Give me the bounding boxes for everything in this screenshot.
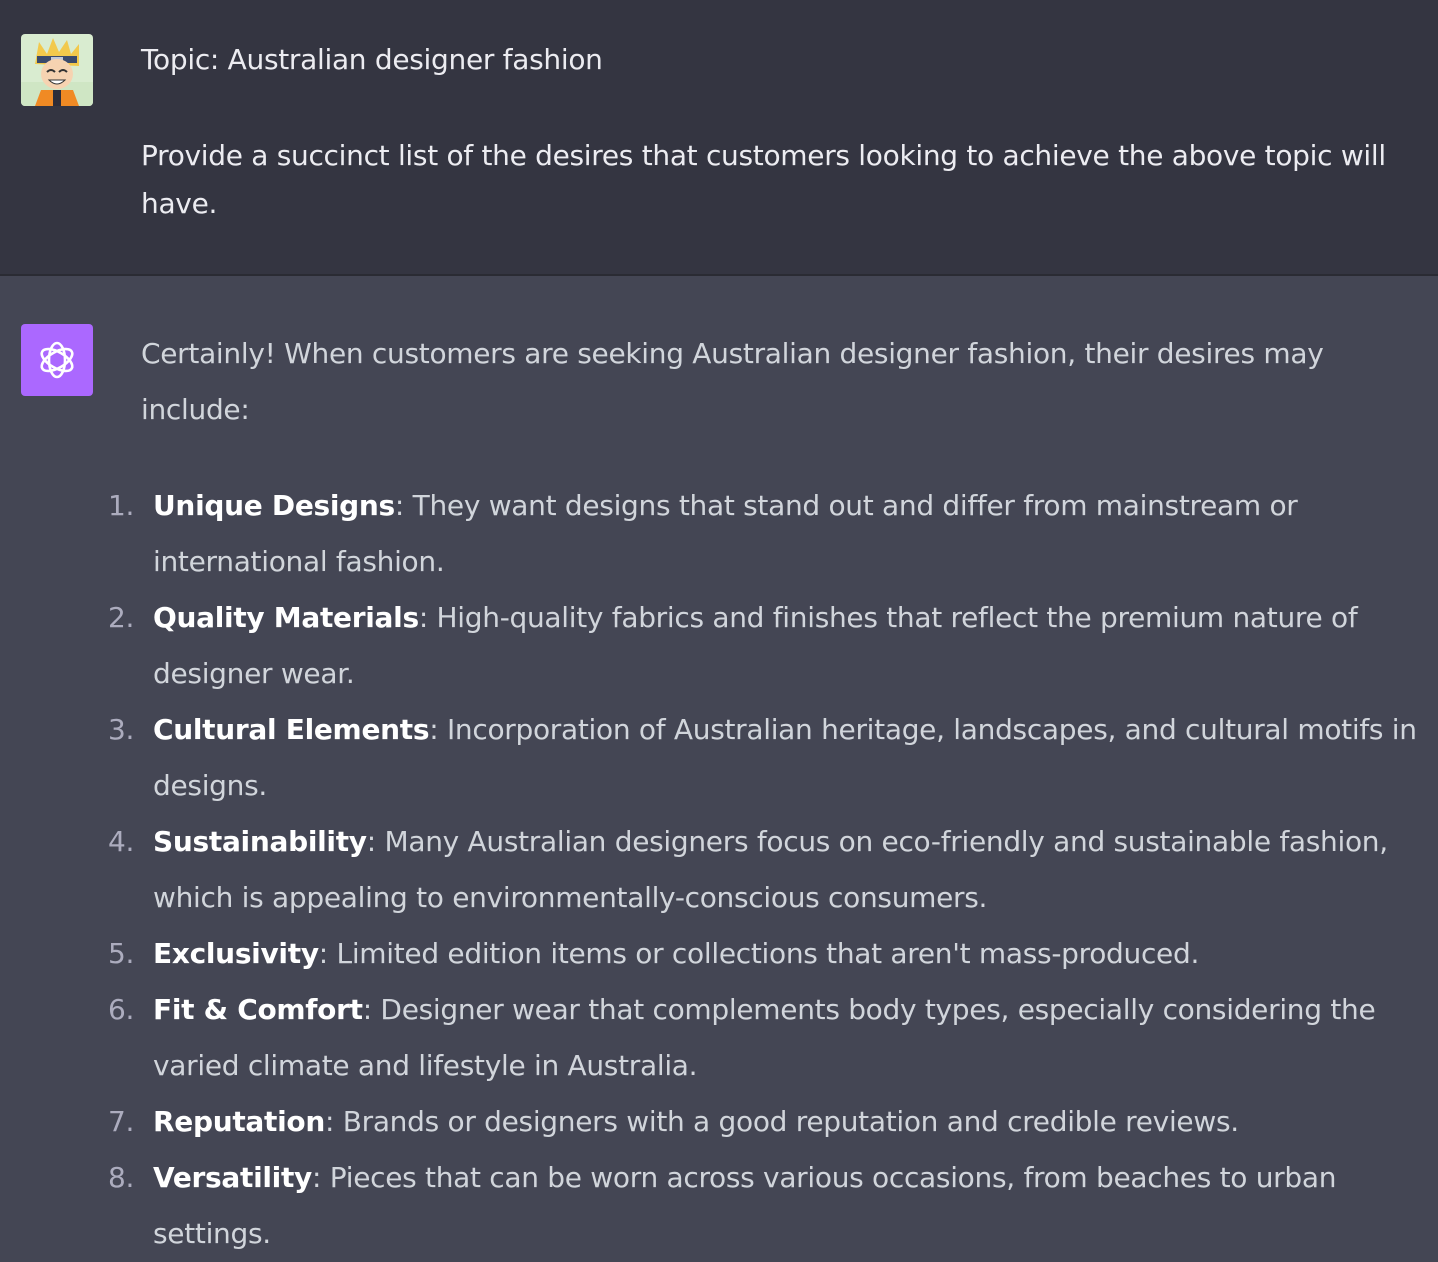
list-item: 3. Cultural Elements: Incorporation of A… bbox=[0, 702, 1428, 814]
list-item-term: Cultural Elements bbox=[153, 713, 430, 746]
list-item-description: : Pieces that can be worn across various… bbox=[153, 1161, 1337, 1250]
list-item-term: Unique Designs bbox=[153, 489, 395, 522]
list-item: 5. Exclusivity: Limited edition items or… bbox=[0, 926, 1428, 982]
list-item-term: Exclusivity bbox=[153, 937, 319, 970]
list-item-term: Quality Materials bbox=[153, 601, 419, 634]
list-item: 2. Quality Materials: High-quality fabri… bbox=[0, 590, 1428, 702]
user-avatar-icon bbox=[21, 34, 93, 106]
list-item: 8. Versatility: Pieces that can be worn … bbox=[0, 1150, 1428, 1262]
user-message: Topic: Australian designer fashion Provi… bbox=[0, 0, 1438, 276]
list-item-number: 2. bbox=[108, 601, 135, 634]
list-item-description: : Limited edition items or collections t… bbox=[318, 937, 1200, 970]
list-item-term: Fit & Comfort bbox=[153, 993, 363, 1026]
desires-list: 1. Unique Designs: They want designs tha… bbox=[0, 478, 1438, 1262]
list-item-number: 7. bbox=[108, 1105, 135, 1138]
assistant-message: Certainly! When customers are seeking Au… bbox=[0, 276, 1438, 1262]
assistant-intro: Certainly! When customers are seeking Au… bbox=[141, 337, 1324, 426]
openai-logo-icon bbox=[21, 324, 93, 396]
list-item: 6. Fit & Comfort: Designer wear that com… bbox=[0, 982, 1428, 1094]
list-item-number: 6. bbox=[108, 993, 135, 1026]
list-item-description: : Brands or designers with a good reputa… bbox=[324, 1105, 1239, 1138]
list-item-term: Reputation bbox=[153, 1105, 325, 1138]
list-item: 4. Sustainability: Many Australian desig… bbox=[0, 814, 1428, 926]
list-item-number: 4. bbox=[108, 825, 135, 858]
list-item-term: Sustainability bbox=[153, 825, 367, 858]
list-item: 1. Unique Designs: They want designs tha… bbox=[0, 478, 1428, 590]
user-request-line: Provide a succinct list of the desires t… bbox=[141, 139, 1386, 220]
list-item-number: 1. bbox=[108, 489, 135, 522]
user-topic-line: Topic: Australian designer fashion bbox=[141, 43, 603, 76]
list-item-term: Versatility bbox=[153, 1161, 313, 1194]
list-item-number: 5. bbox=[108, 937, 135, 970]
list-item-number: 8. bbox=[108, 1161, 135, 1194]
list-item: 7. Reputation: Brands or designers with … bbox=[0, 1094, 1428, 1150]
user-message-text: Topic: Australian designer fashion Provi… bbox=[141, 36, 1426, 228]
list-item-number: 3. bbox=[108, 713, 135, 746]
